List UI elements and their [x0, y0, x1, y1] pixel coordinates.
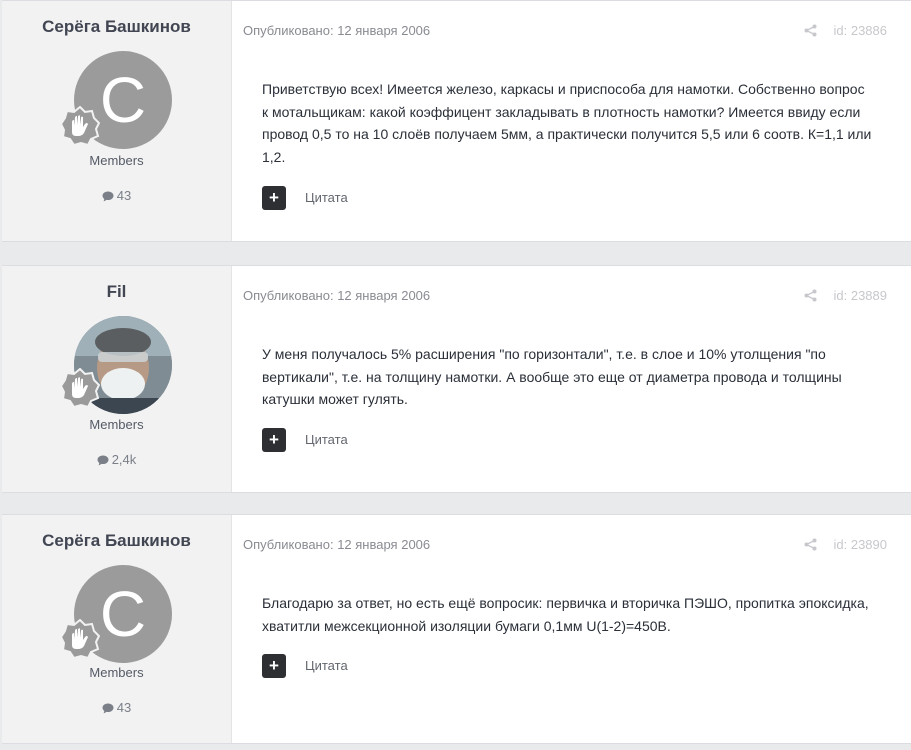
comment-icon [102, 703, 114, 714]
published-date[interactable]: Опубликовано: 12 января 2006 [243, 537, 430, 552]
share-icon[interactable] [804, 538, 817, 551]
comment-icon [102, 191, 114, 202]
post-body: У меня получалось 5% расширения "по гори… [262, 346, 842, 407]
quote-label[interactable]: Цитата [305, 190, 348, 205]
post-content: Опубликовано: 12 января 2006 id: 23890 Б… [232, 515, 911, 743]
post-content: Опубликовано: 12 января 2006 id: 23889 У… [232, 266, 911, 492]
comment-icon [97, 455, 109, 466]
published-date[interactable]: Опубликовано: 12 января 2006 [243, 288, 430, 303]
author-panel: Серёга Башкинов С Members 43 [2, 515, 232, 743]
post: Fil Members 2,4k Опубликовано: 12 января… [2, 265, 911, 493]
author-name[interactable]: Fil [2, 282, 231, 302]
post-count-value: 43 [116, 188, 132, 203]
quote-button[interactable]: + [262, 428, 286, 452]
rank-badge-icon [60, 619, 100, 659]
post: Серёга Башкинов С Members 43 Опубликован… [2, 0, 911, 242]
post-id[interactable]: id: 23886 [834, 23, 888, 38]
plus-icon: + [269, 188, 279, 207]
member-role: Members [89, 153, 144, 168]
post-body: Благодарю за ответ, но есть ещё вопросик… [262, 595, 869, 634]
post: Серёга Башкинов С Members 43 Опубликован… [2, 514, 911, 744]
member-role: Members [89, 665, 144, 680]
post-body: Приветствую всех! Имеется железо, каркас… [262, 81, 872, 165]
post-id[interactable]: id: 23889 [834, 288, 888, 303]
quote-button[interactable]: + [262, 186, 286, 210]
author-name[interactable]: Серёга Башкинов [2, 17, 231, 37]
author-panel: Серёга Башкинов С Members 43 [2, 1, 232, 241]
post-count-value: 43 [116, 700, 132, 715]
published-date[interactable]: Опубликовано: 12 января 2006 [243, 23, 430, 38]
plus-icon: + [269, 430, 279, 449]
rank-badge-icon [60, 368, 100, 408]
plus-icon: + [269, 656, 279, 675]
avatar-letter: С [99, 64, 147, 136]
share-icon[interactable] [804, 289, 817, 302]
post-count-value: 2,4k [111, 452, 137, 467]
post-id[interactable]: id: 23890 [834, 537, 888, 552]
quote-label[interactable]: Цитата [305, 658, 348, 673]
quote-label[interactable]: Цитата [305, 432, 348, 447]
post-count: 43 [2, 700, 231, 715]
author-name[interactable]: Серёга Башкинов [2, 531, 231, 551]
share-icon[interactable] [804, 24, 817, 37]
avatar-letter: С [99, 578, 147, 650]
post-count: 43 [2, 188, 231, 203]
quote-button[interactable]: + [262, 654, 286, 678]
member-role: Members [89, 417, 144, 432]
author-panel: Fil Members 2,4k [2, 266, 232, 492]
post-count: 2,4k [2, 452, 231, 467]
rank-badge-icon [60, 106, 100, 146]
post-content: Опубликовано: 12 января 2006 id: 23886 П… [232, 1, 911, 241]
